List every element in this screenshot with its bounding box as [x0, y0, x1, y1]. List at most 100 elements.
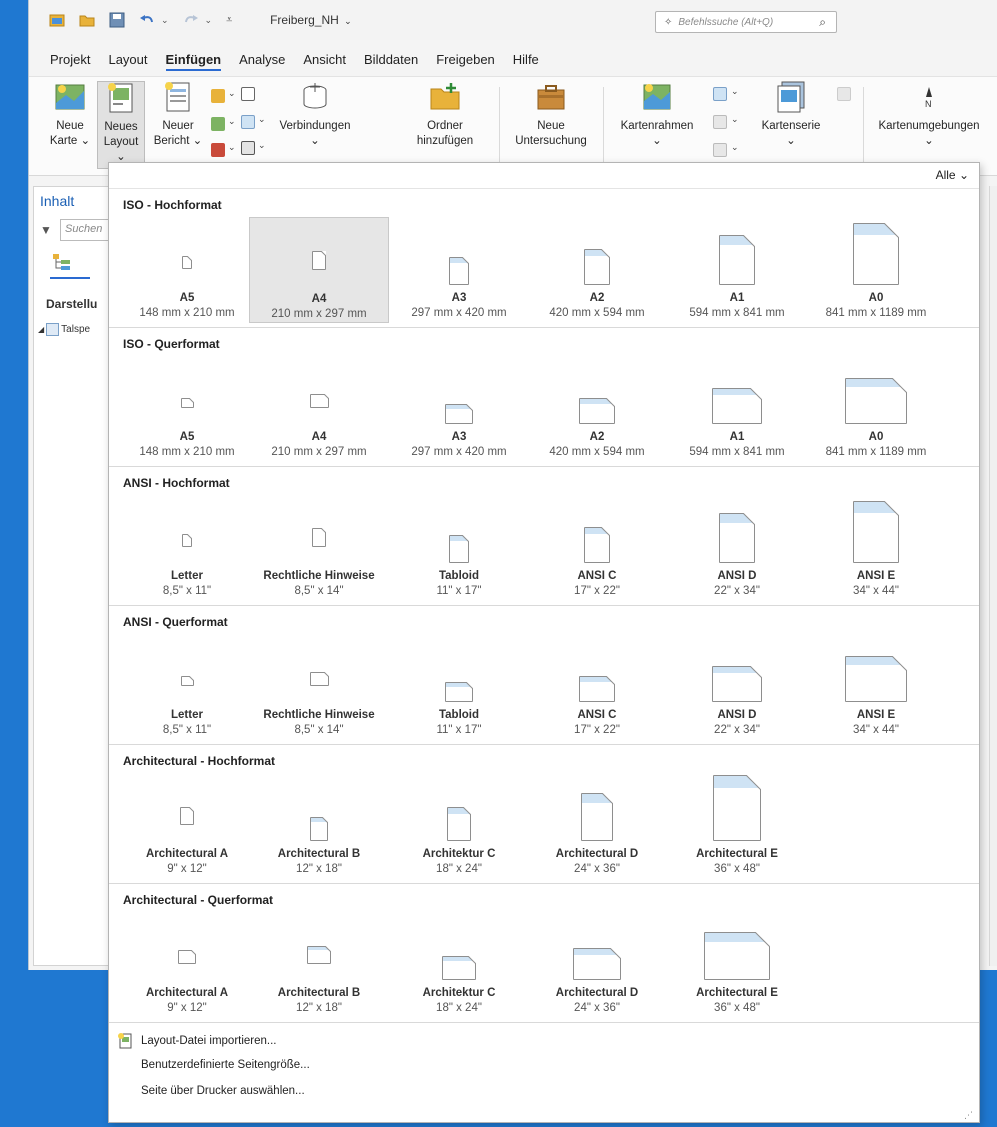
- page-size-preview: [249, 912, 389, 982]
- map-surrounds-button[interactable]: N Kartenumgebungen ⌄: [871, 81, 987, 169]
- page-size-dimensions: 594 mm x 841 mm: [689, 307, 785, 319]
- new-map-button[interactable]: Neue Karte ⌄: [47, 81, 93, 169]
- page-size-tile[interactable]: Letter 8,5" x 11": [117, 634, 257, 740]
- page-size-tile[interactable]: Architectural A 9" x 12": [117, 912, 257, 1018]
- page-size-name: ANSI C: [577, 709, 617, 721]
- map-frame-button[interactable]: Kartenrahmen ⌄: [615, 81, 699, 169]
- tab-einfügen[interactable]: Einfügen: [157, 46, 231, 74]
- page-size-tile[interactable]: A2 420 mm x 594 mm: [527, 356, 667, 462]
- page-size-tile[interactable]: Architectural D 24" x 36": [527, 912, 667, 1018]
- resize-grip-icon[interactable]: ⋰: [964, 1110, 973, 1121]
- chevron-down-icon: ⌄: [731, 86, 739, 96]
- page-size-tile[interactable]: ANSI E 34" x 44": [806, 495, 946, 601]
- tab-ansicht[interactable]: Ansicht: [294, 46, 355, 74]
- connections-button[interactable]: Verbindungen ⌄: [273, 81, 357, 169]
- filter-icon[interactable]: ▼: [40, 223, 52, 237]
- page-size-tile[interactable]: Architektur C 18" x 24": [389, 912, 529, 1018]
- page-size-tile[interactable]: Tabloid 11" x 17": [389, 634, 529, 740]
- page-size-tile[interactable]: ANSI C 17" x 22": [527, 495, 667, 601]
- page-size-tile[interactable]: Letter 8,5" x 11": [117, 495, 257, 601]
- import-layout-file-item[interactable]: Layout-Datei importieren...: [117, 1033, 277, 1049]
- page-size-tile[interactable]: Rechtliche Hinweise 8,5" x 14": [249, 495, 389, 601]
- page-size-name: Architectural E: [696, 987, 778, 999]
- save-project-icon[interactable]: [109, 12, 125, 28]
- page-size-tile[interactable]: Architectural D 24" x 36": [527, 773, 667, 879]
- page-size-tile[interactable]: Architectural A 9" x 12": [117, 773, 257, 879]
- select-page-by-printer-label: Seite über Drucker auswählen...: [141, 1085, 305, 1097]
- custom-page-size-item[interactable]: Benutzerdefinierte Seitengröße...: [141, 1059, 310, 1071]
- import-map-icon[interactable]: [211, 89, 225, 103]
- page-size-tile[interactable]: Tabloid 11" x 17": [389, 495, 529, 601]
- page-size-tile[interactable]: Rechtliche Hinweise 8,5" x 14": [249, 634, 389, 740]
- page-size-tile[interactable]: Architectural B 12" x 18": [249, 912, 389, 1018]
- page-size-tile[interactable]: A5 148 mm x 210 mm: [117, 217, 257, 323]
- contents-section-label: Darstellu: [46, 297, 98, 311]
- gallery-filter-dropdown[interactable]: Alle ⌄: [936, 168, 969, 182]
- page-size-tile[interactable]: A4 210 mm x 297 mm: [249, 356, 389, 462]
- active-view-indicator: [50, 277, 90, 279]
- map-series-button[interactable]: Kartenserie ⌄: [751, 81, 831, 169]
- redo-dropdown-icon[interactable]: ⌄: [205, 15, 213, 26]
- page-size-tile[interactable]: Architectural E 36" x 48": [667, 912, 807, 1018]
- tab-analyse[interactable]: Analyse: [230, 46, 294, 74]
- task-icon[interactable]: [241, 115, 255, 129]
- page-size-tile[interactable]: ANSI C 17" x 22": [527, 634, 667, 740]
- open-project-icon[interactable]: [79, 12, 95, 28]
- page-size-tile[interactable]: A0 841 mm x 1189 mm: [806, 356, 946, 462]
- add-item-icon[interactable]: [241, 87, 255, 101]
- undo-dropdown-icon[interactable]: ⌄: [161, 15, 169, 26]
- page-size-tile[interactable]: ANSI D 22" x 34": [667, 634, 807, 740]
- page-size-dimensions: 148 mm x 210 mm: [139, 307, 235, 319]
- page-size-preview: [117, 634, 257, 704]
- list-by-drawing-order-icon[interactable]: [52, 253, 72, 271]
- undo-icon[interactable]: [139, 12, 155, 28]
- page-size-tile[interactable]: A1 594 mm x 841 mm: [667, 217, 807, 323]
- select-page-by-printer-item[interactable]: Seite über Drucker auswählen...: [141, 1085, 305, 1097]
- page-size-tile[interactable]: A3 297 mm x 420 mm: [389, 217, 529, 323]
- page-size-tile[interactable]: ANSI D 22" x 34": [667, 495, 807, 601]
- tab-bilddaten[interactable]: Bilddaten: [355, 46, 427, 74]
- tab-hilfe[interactable]: Hilfe: [504, 46, 548, 74]
- document-title[interactable]: Freiberg_NH ⌄: [270, 13, 352, 27]
- legend-icon[interactable]: [713, 87, 727, 101]
- ribbon: Neue Karte ⌄ Neues Layout ⌄ Neuer Berich…: [29, 76, 997, 176]
- page-size-tile[interactable]: Architektur C 18" x 24": [389, 773, 529, 879]
- add-folder-button[interactable]: Ordner hinzufügen: [403, 81, 487, 169]
- page-size-tile[interactable]: Architectural B 12" x 18": [249, 773, 389, 879]
- page-size-tile[interactable]: Architectural E 36" x 48": [667, 773, 807, 879]
- toolbox-red-icon[interactable]: [211, 143, 225, 157]
- gallery-section: ISO - Querformat A5 148 mm x 210 mm A4 210 m…: [109, 328, 979, 467]
- page-size-tile[interactable]: A2 420 mm x 594 mm: [527, 217, 667, 323]
- tab-layout[interactable]: Layout: [99, 46, 156, 74]
- layout-tree-node[interactable]: ◢ Talspe: [38, 323, 90, 336]
- page-size-preview: [249, 634, 389, 704]
- tab-freigeben[interactable]: Freigeben: [427, 46, 504, 74]
- page-size-tile[interactable]: ANSI E 34" x 44": [806, 634, 946, 740]
- gallery-section: ISO - Hochformat A5 148 mm x 210 mm A4 210 m…: [109, 189, 979, 328]
- page-size-tile[interactable]: A5 148 mm x 210 mm: [117, 356, 257, 462]
- chart-frame-icon[interactable]: [713, 115, 727, 129]
- expand-arrow-icon[interactable]: ◢: [38, 325, 44, 334]
- page-size-tile[interactable]: A3 297 mm x 420 mm: [389, 356, 529, 462]
- style-icon[interactable]: [241, 141, 255, 155]
- new-report-button[interactable]: Neuer Bericht ⌄: [151, 81, 205, 169]
- page-icon: [449, 535, 469, 563]
- command-search-box[interactable]: ✧ Befehlssuche (Alt+Q) ⌕: [655, 11, 837, 33]
- customize-qat-icon[interactable]: ⩡: [226, 12, 242, 28]
- map-surrounds-label-2: ⌄: [924, 135, 934, 147]
- table-frame-icon[interactable]: [713, 143, 727, 157]
- search-icon[interactable]: ⌕: [819, 15, 826, 30]
- page-size-tile[interactable]: A4 210 mm x 297 mm: [249, 217, 389, 323]
- new-layout-button[interactable]: Neues Layout ⌄: [97, 81, 145, 169]
- series-options-icon[interactable]: [837, 87, 851, 101]
- new-investigation-label-2: Untersuchung: [515, 135, 587, 147]
- page-size-tile[interactable]: A1 594 mm x 841 mm: [667, 356, 807, 462]
- page-size-preview: [667, 634, 807, 704]
- tab-projekt[interactable]: Projekt: [41, 46, 99, 74]
- page-size-tile[interactable]: A0 841 mm x 1189 mm: [806, 217, 946, 323]
- page-size-dimensions: 12" x 18": [296, 863, 342, 875]
- new-investigation-button[interactable]: Neue Untersuchung: [511, 81, 591, 169]
- redo-icon[interactable]: [183, 12, 199, 28]
- toolbox-icon[interactable]: [211, 117, 225, 131]
- new-project-icon[interactable]: [49, 12, 65, 28]
